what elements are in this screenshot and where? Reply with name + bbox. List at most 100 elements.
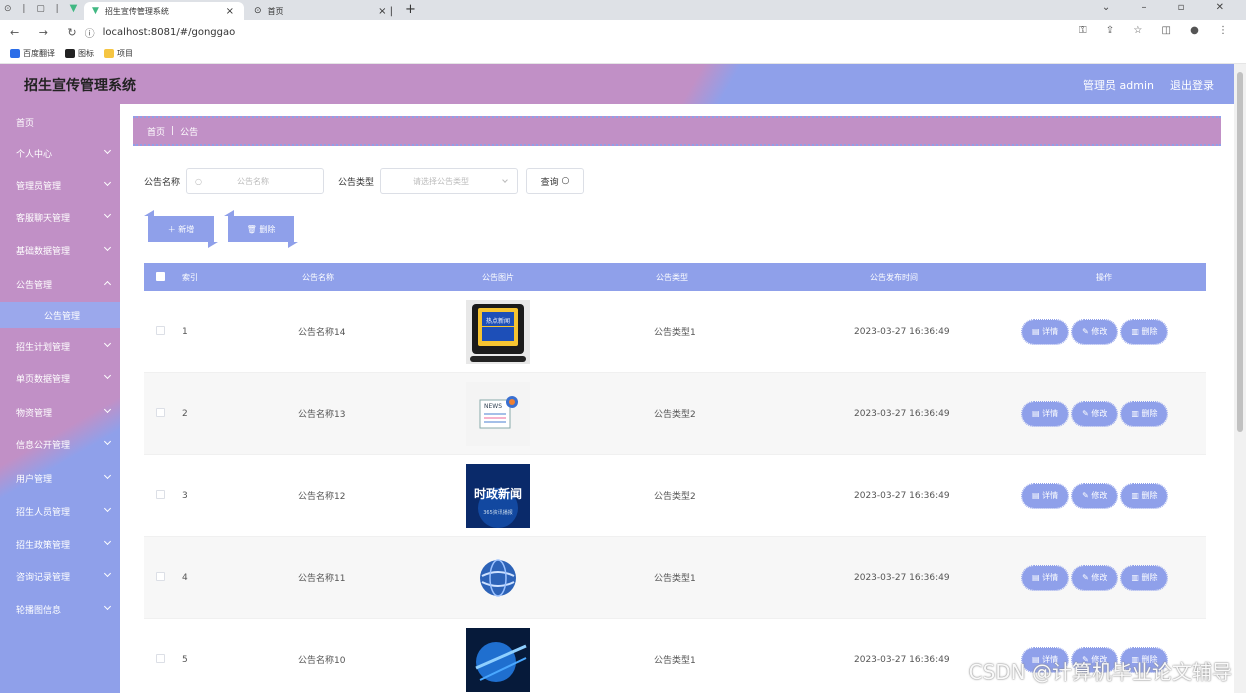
delete-row-button[interactable]: ▥ 删除	[1120, 318, 1169, 345]
scrollbar-thumb[interactable]	[1237, 72, 1243, 432]
row-actions: ▤ 详情 ✎ 修改 ▥ 删除	[1020, 482, 1173, 509]
page-scrollbar[interactable]	[1234, 64, 1246, 693]
app-header: 招生宣传管理系统 管理员 admin 退出登录	[0, 64, 1234, 104]
chevron-down-icon	[103, 243, 112, 252]
sidebar-item-home[interactable]: 首页	[0, 106, 120, 138]
sidebar-item-materials[interactable]: 物资管理	[0, 396, 120, 428]
notice-table: 索引 公告名称 公告图片 公告类型 公告发布时间 操作 1 公告名称14 热点新…	[144, 263, 1206, 693]
delete-row-button[interactable]: ▥ 删除	[1120, 564, 1169, 591]
notice-type-placeholder: 请选择公告类型	[413, 176, 470, 186]
header-time: 公告发布时间	[870, 272, 918, 282]
notice-image[interactable]: NEWS	[466, 381, 530, 446]
app-title: 招生宣传管理系统	[24, 78, 136, 94]
sidebar-item-users[interactable]: 用户管理	[0, 462, 120, 494]
sidebar-item-plans[interactable]: 招生计划管理	[0, 330, 120, 362]
row-checkbox[interactable]	[156, 653, 165, 666]
bookmark-item[interactable]: 百度翻译	[10, 48, 55, 59]
header-ops: 操作	[1096, 272, 1112, 282]
search-bar: 公告名称 ○ 公告名称 公告类型 请选择公告类型 查询 ○	[144, 168, 585, 194]
row-type: 公告类型1	[654, 656, 696, 666]
notice-name-input[interactable]: ○ 公告名称	[186, 168, 325, 194]
vue-logo-icon: ▼	[92, 6, 99, 16]
address-bar: ← → ↻ ⓘ localhost:8081/#/gonggao ⚿ ⇪ ☆ ◫…	[0, 20, 1246, 44]
sidebar-item-notices[interactable]: 公告管理	[0, 268, 120, 300]
browser-tab-active[interactable]: ▼ 招生宣传管理系统 ×	[84, 2, 244, 20]
sidebar-item-consult[interactable]: 咨询记录管理	[0, 560, 120, 592]
delete-row-button[interactable]: ▥ 删除	[1120, 400, 1169, 427]
header-index: 索引	[182, 272, 198, 282]
notice-image[interactable]: 时政新闻 365资讯播报	[466, 463, 530, 528]
info-icon[interactable]: ⓘ	[85, 25, 95, 40]
chevron-down-icon	[103, 210, 112, 219]
sidebar-item-basic-data[interactable]: 基础数据管理	[0, 234, 120, 266]
edit-button[interactable]: ✎ 修改	[1071, 318, 1119, 345]
row-actions: ▤ 详情 ✎ 修改 ▥ 删除	[1020, 400, 1173, 427]
query-button[interactable]: 查询 ○	[526, 168, 585, 194]
politics-news-image: 时政新闻 365资讯播报	[466, 463, 530, 528]
sidebar-subitem-notice-manage[interactable]: 公告管理	[0, 302, 120, 328]
notice-image[interactable]	[466, 627, 530, 692]
table-header: 索引 公告名称 公告图片 公告类型 公告发布时间 操作	[144, 263, 1206, 291]
header-name: 公告名称	[302, 272, 334, 282]
trash-icon: ▥	[1131, 573, 1139, 582]
plus-icon: ＋	[167, 224, 176, 234]
main-content: 首页 | 公告 公告名称 ○ 公告名称 公告类型 请选择公告类型 查询 ○ ＋ …	[120, 104, 1234, 693]
watermark: CSDN @计算机毕业论文辅导	[968, 660, 1232, 684]
notice-image[interactable]: 热点新闻	[466, 299, 530, 364]
navigation-buttons[interactable]: ← → ↻	[0, 26, 85, 39]
chevron-down-icon	[103, 178, 112, 187]
sidebar-item-chat[interactable]: 客服聊天管理	[0, 201, 120, 233]
row-actions: ▤ 详情 ✎ 修改 ▥ 删除	[1020, 564, 1173, 591]
row-type: 公告类型2	[654, 492, 696, 502]
delete-button[interactable]: 🗑 删除	[224, 210, 298, 248]
browser-tab-inactive[interactable]: ⊙ 首页 × |	[248, 2, 403, 20]
notice-type-select[interactable]: 请选择公告类型	[380, 168, 519, 194]
notice-name-label: 公告名称	[144, 177, 181, 188]
add-button[interactable]: ＋ 新增	[144, 210, 218, 248]
sidebar-item-profile[interactable]: 个人中心	[0, 137, 120, 169]
url-text[interactable]: localhost:8081/#/gonggao	[103, 27, 236, 38]
browser-tab-controls[interactable]: ⊙ | ▢ | ▼	[4, 3, 81, 14]
edit-button[interactable]: ✎ 修改	[1071, 400, 1119, 427]
sidebar-item-disclosure[interactable]: 信息公开管理	[0, 428, 120, 460]
row-name: 公告名称13	[298, 410, 346, 420]
row-actions: ▤ 详情 ✎ 修改 ▥ 删除	[1020, 318, 1173, 345]
edit-icon: ✎	[1082, 491, 1089, 500]
detail-button[interactable]: ▤ 详情	[1020, 482, 1070, 509]
chevron-down-icon	[103, 437, 112, 446]
row-time: 2023-03-27 16:36:49	[854, 654, 950, 665]
window-controls[interactable]: ⌄ – ▫ ✕	[1102, 2, 1238, 13]
sidebar-item-recruiters[interactable]: 招生人员管理	[0, 495, 120, 527]
chevron-down-icon	[103, 471, 112, 480]
row-checkbox[interactable]	[156, 571, 165, 584]
sidebar-item-carousel[interactable]: 轮播图信息	[0, 593, 120, 625]
browser-tab-bar: ⊙ | ▢ | ▼ ▼ 招生宣传管理系统 × ⊙ 首页 × | + ⌄ – ▫ …	[0, 0, 1246, 20]
edit-button[interactable]: ✎ 修改	[1071, 564, 1119, 591]
row-checkbox[interactable]	[156, 489, 165, 502]
close-icon[interactable]: ×	[226, 6, 234, 17]
close-icon[interactable]: × |	[378, 6, 393, 17]
address-bar-actions[interactable]: ⚿ ⇪ ☆ ◫ ● ⋮	[1079, 25, 1236, 36]
current-user: 管理员 admin	[1083, 79, 1154, 92]
sidebar-item-single-page[interactable]: 单页数据管理	[0, 362, 120, 394]
edit-button[interactable]: ✎ 修改	[1071, 482, 1119, 509]
detail-button[interactable]: ▤ 详情	[1020, 400, 1070, 427]
sidebar-item-policies[interactable]: 招生政策管理	[0, 528, 120, 560]
detail-button[interactable]: ▤ 详情	[1020, 564, 1070, 591]
row-index: 5	[182, 654, 188, 665]
select-all-checkbox[interactable]	[156, 271, 165, 283]
bookmark-item[interactable]: 图标	[65, 48, 94, 59]
chevron-down-icon	[103, 569, 112, 578]
bookmark-item[interactable]: 项目	[104, 48, 133, 59]
row-checkbox[interactable]	[156, 407, 165, 420]
notice-image[interactable]	[466, 545, 530, 610]
row-type: 公告类型2	[654, 410, 696, 420]
breadcrumb-separator: |	[171, 126, 175, 136]
logout-link[interactable]: 退出登录	[1170, 77, 1214, 93]
breadcrumb-home[interactable]: 首页	[147, 125, 165, 138]
new-tab-button[interactable]: +	[405, 2, 416, 17]
delete-row-button[interactable]: ▥ 删除	[1120, 482, 1169, 509]
detail-button[interactable]: ▤ 详情	[1020, 318, 1070, 345]
sidebar-item-admins[interactable]: 管理员管理	[0, 169, 120, 201]
row-checkbox[interactable]	[156, 325, 165, 338]
